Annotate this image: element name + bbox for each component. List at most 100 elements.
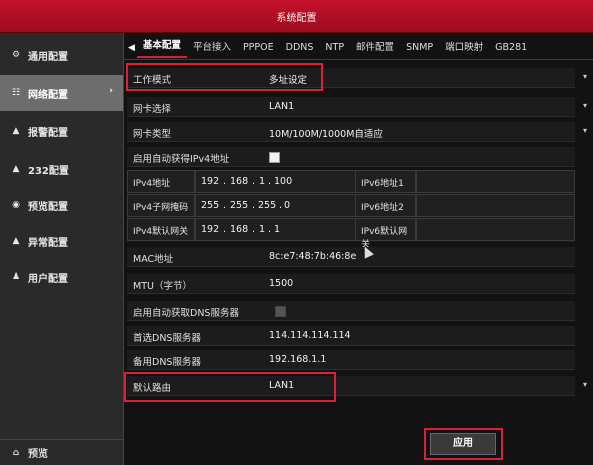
- ipv6-address1-label: IPv6地址1: [361, 179, 404, 189]
- ip-dot: .: [223, 176, 227, 187]
- sidebar-item-network[interactable]: ☷ 网络配置 ›: [0, 75, 123, 111]
- ipv4-gateway-octet: 168: [230, 224, 249, 235]
- tab-port-mapping[interactable]: 端口映射: [439, 39, 489, 58]
- ip-dot: .: [252, 200, 256, 211]
- sidebar-item-label: 异常配置: [28, 237, 68, 249]
- ipv4-mask-input[interactable]: 255 . 255 . 255 . 0: [195, 194, 357, 217]
- nic-type-value[interactable]: 10M/100M/1000M自适应: [269, 126, 383, 140]
- nic-select-row[interactable]: 网卡选择 LAN1 ▾: [127, 97, 587, 117]
- sidebar: ⚙ 通用配置 ☷ 网络配置 › ▲ 报警配置 ▲ 232配置 ◉ 预览配置 ▲ …: [0, 33, 124, 465]
- ipv4-address-label: IPv4地址: [133, 179, 171, 189]
- annotation-box-work-mode: [126, 63, 323, 91]
- mtu-row[interactable]: MTU（字节） 1500: [127, 274, 575, 294]
- nic-type-row[interactable]: 网卡类型 10M/100M/1000M自适应 ▾: [127, 122, 587, 142]
- chevron-down-icon[interactable]: ▾: [583, 72, 587, 81]
- chevron-down-icon[interactable]: ▾: [583, 101, 587, 110]
- dns-primary-row[interactable]: 首选DNS服务器 114.114.114.114: [127, 326, 575, 346]
- dhcp-dns-row: 启用自动获取DNS服务器: [127, 301, 575, 321]
- ipv4-gateway-octet: 192: [201, 224, 220, 235]
- tab-pppoe[interactable]: PPPOE: [237, 42, 280, 58]
- sidebar-item-preview[interactable]: ◉ 预览配置: [0, 187, 123, 223]
- ipv4-mask-label-cell: IPv4子网掩码: [127, 194, 195, 217]
- sidebar-item-exception[interactable]: ▲ 异常配置: [0, 223, 123, 259]
- sidebar-item-label: 通用配置: [28, 51, 68, 63]
- tab-bar: ◀ 基本配置 平台接入 PPPOE DDNS NTP 邮件配置 SNMP 端口映…: [124, 36, 593, 58]
- mtu-label: MTU（字节）: [133, 281, 192, 292]
- eye-icon: ◉: [12, 200, 20, 210]
- ipv4-mask-octet: 255: [201, 200, 220, 211]
- ip-dot: .: [268, 224, 272, 235]
- sidebar-item-label: 报警配置: [28, 127, 68, 139]
- dvr-config-screen: 系统配置 ⚙ 通用配置 ☷ 网络配置 › ▲ 报警配置 ▲ 232配置 ◉ 预览…: [0, 0, 593, 465]
- ipv4-gateway-label-cell: IPv4默认网关: [127, 218, 195, 241]
- sidebar-item-user[interactable]: ♟ 用户配置: [0, 259, 123, 295]
- dns-primary-label: 首选DNS服务器: [133, 333, 201, 344]
- ip-dot: .: [279, 200, 283, 211]
- ipv6-gateway-input[interactable]: [416, 218, 575, 241]
- ip-dot: .: [252, 176, 256, 187]
- ipv4-gateway-octet: 1: [259, 224, 266, 235]
- tab-gb28181[interactable]: GB281: [489, 42, 533, 58]
- ipv4-gateway-label: IPv4默认网关: [133, 227, 189, 237]
- tab-ntp[interactable]: NTP: [319, 42, 350, 58]
- mtu-value[interactable]: 1500: [269, 278, 293, 289]
- sidebar-item-232[interactable]: ▲ 232配置: [0, 151, 123, 187]
- title-bar: 系统配置: [0, 0, 593, 33]
- tab-scroll-left-icon[interactable]: ◀: [124, 43, 137, 58]
- ipv4-address-octet: 100: [274, 176, 293, 187]
- tab-divider: [124, 59, 593, 60]
- sidebar-item-alarm[interactable]: ▲ 报警配置: [0, 113, 123, 149]
- alarm-icon: ▲: [12, 126, 20, 136]
- ipv6-gateway-label-cell: IPv6默认网关: [355, 218, 416, 250]
- ipv4-mask-octet: 0: [284, 200, 291, 211]
- dns-backup-value[interactable]: 192.168.1.1: [269, 354, 326, 365]
- apply-button[interactable]: 应用: [430, 433, 496, 455]
- annotation-box-default-route: [124, 372, 336, 402]
- chevron-down-icon[interactable]: ▾: [583, 126, 587, 135]
- ip-dot: .: [268, 176, 272, 187]
- warning-icon: ▲: [12, 236, 20, 246]
- ipv4-address-octet: 1: [259, 176, 266, 187]
- preview-button[interactable]: ⌂ 预览: [0, 439, 123, 465]
- serial-icon: ▲: [12, 164, 20, 174]
- sidebar-item-label: 用户配置: [28, 273, 68, 285]
- preview-label: 预览: [28, 449, 48, 460]
- dhcp-ipv4-label: 启用自动获得IPv4地址: [133, 154, 230, 165]
- mac-label: MAC地址: [133, 254, 174, 265]
- gear-icon: ⚙: [11, 50, 21, 60]
- tab-basic[interactable]: 基本配置: [136, 37, 187, 58]
- dns-backup-label: 备用DNS服务器: [133, 357, 201, 368]
- tab-email[interactable]: 邮件配置: [350, 39, 400, 58]
- chevron-down-icon[interactable]: ▾: [583, 380, 587, 389]
- dns-primary-value[interactable]: 114.114.114.114: [269, 330, 351, 341]
- ipv4-address-input[interactable]: 192 . 168 . 1 . 100: [195, 170, 357, 193]
- dns-backup-row[interactable]: 备用DNS服务器 192.168.1.1: [127, 350, 575, 370]
- user-icon: ♟: [11, 272, 21, 282]
- ipv4-gateway-input[interactable]: 192 . 168 . 1 . 1: [195, 218, 357, 241]
- tab-platform[interactable]: 平台接入: [187, 39, 237, 58]
- ip-dot: .: [223, 224, 227, 235]
- ipv4-address-label-cell: IPv4地址: [127, 170, 195, 193]
- window-title: 系统配置: [276, 13, 317, 24]
- ipv4-address-octet: 168: [230, 176, 249, 187]
- sidebar-item-label: 预览配置: [28, 201, 68, 213]
- ipv6-address2-input[interactable]: [416, 194, 575, 217]
- tab-ddns[interactable]: DDNS: [280, 42, 320, 58]
- dhcp-dns-label: 启用自动获取DNS服务器: [133, 308, 239, 319]
- ipv4-mask-label: IPv4子网掩码: [133, 203, 189, 213]
- ipv6-address1-label-cell: IPv6地址1: [355, 170, 416, 193]
- chevron-right-icon: ›: [109, 86, 113, 96]
- sidebar-item-general[interactable]: ⚙ 通用配置: [0, 37, 123, 73]
- network-icon: ☷: [11, 88, 21, 98]
- sidebar-item-label: 网络配置: [28, 89, 68, 101]
- nic-select-value[interactable]: LAN1: [269, 101, 294, 112]
- mac-row: MAC地址 8c:e7:48:7b:46:8e: [127, 247, 575, 267]
- ip-dot: .: [252, 224, 256, 235]
- home-icon: ⌂: [12, 447, 20, 458]
- dhcp-dns-checkbox[interactable]: [275, 306, 286, 317]
- ipv4-gateway-octet: 1: [274, 224, 281, 235]
- tab-snmp[interactable]: SNMP: [400, 42, 439, 58]
- dhcp-ipv4-checkbox[interactable]: [269, 152, 280, 163]
- ip-address-block: IPv4地址 192 . 168 . 1 . 100 IPv6地址1 IPv4子…: [127, 170, 575, 250]
- ipv6-address1-input[interactable]: [416, 170, 575, 193]
